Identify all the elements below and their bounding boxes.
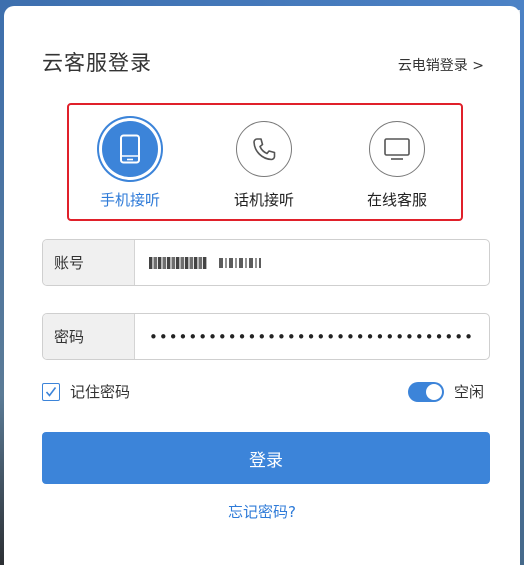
mobile-phone-icon [102, 121, 158, 177]
mode-label: 手机接听 [99, 191, 160, 209]
mode-online-service[interactable]: 在线客服 [347, 121, 447, 211]
mode-label: 话机接听 [233, 191, 294, 209]
account-field: 账号 [42, 239, 490, 286]
monitor-icon [369, 121, 425, 177]
answer-mode-selector: 手机接听 话机接听 在线客服 [67, 103, 463, 221]
mode-mobile-answer[interactable]: 手机接听 [80, 121, 180, 211]
checkmark-icon [45, 386, 57, 397]
background-right-edge [520, 0, 524, 565]
switch-to-telemarketing-link[interactable]: 云电销登录 > [398, 55, 484, 75]
password-label: 密码 [43, 314, 135, 359]
account-label: 账号 [43, 240, 135, 285]
redacted-account-part [219, 257, 261, 268]
password-input[interactable]: ••••••••••••••••••••••••••••••••• [135, 314, 489, 359]
redacted-account-part [149, 256, 207, 269]
account-input[interactable] [135, 240, 489, 285]
page-title: 云客服登录 [42, 51, 152, 75]
remember-password[interactable]: 记住密码 [42, 381, 130, 402]
mode-desk-phone-answer[interactable]: 话机接听 [214, 121, 314, 211]
remember-checkbox[interactable] [42, 382, 60, 401]
password-field: 密码 ••••••••••••••••••••••••••••••••• [42, 313, 490, 360]
mode-label: 在线客服 [366, 191, 427, 209]
status-label: 空闲 [453, 383, 484, 401]
forgot-password-link[interactable]: 忘记密码? [4, 501, 520, 522]
toggle-knob [425, 383, 442, 400]
login-button[interactable]: 登录 [42, 432, 490, 484]
login-card: 云客服登录 云电销登录 > 手机接听 话机接听 在线客服 账号 密码 •••••… [4, 6, 520, 565]
remember-label: 记住密码 [70, 383, 131, 401]
idle-status[interactable]: 空闲 [407, 381, 484, 402]
status-toggle[interactable] [407, 381, 444, 402]
telephone-icon [236, 121, 292, 177]
